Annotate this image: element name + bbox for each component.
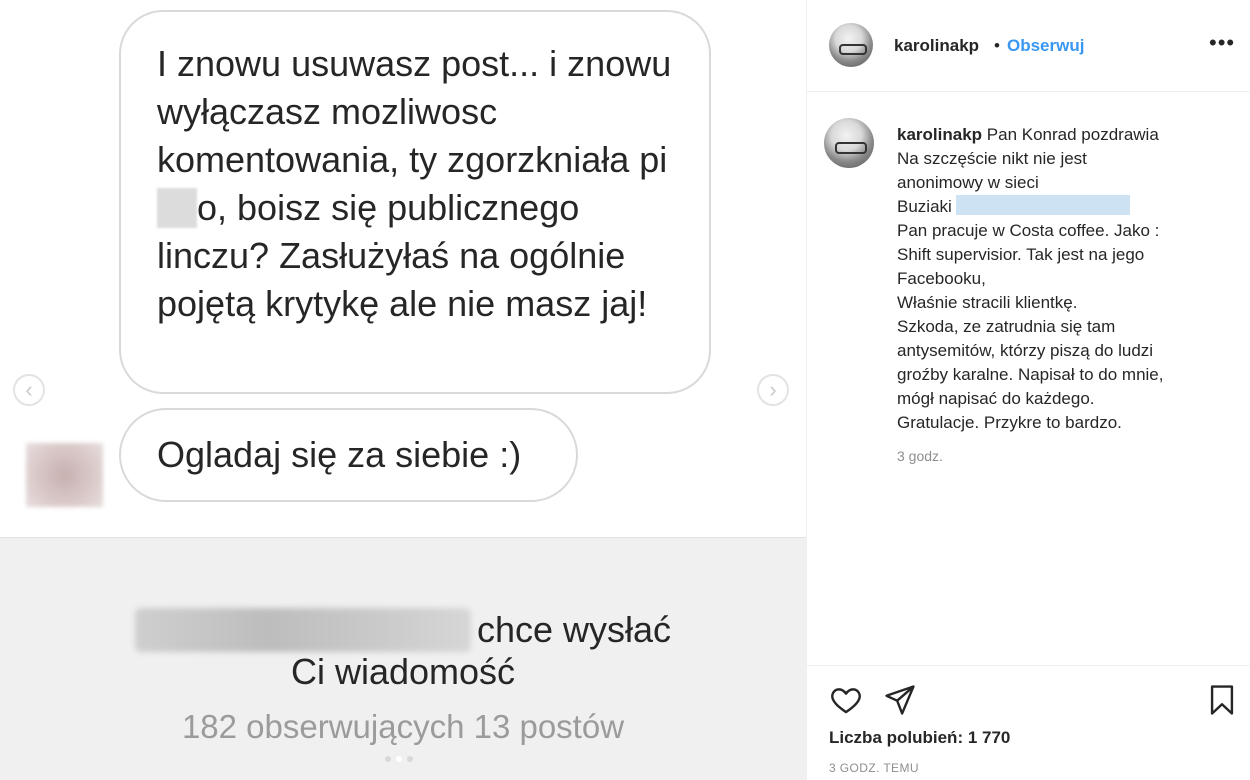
caption-line: Właśnie stracili klientkę. — [897, 293, 1078, 312]
caption-line: Gratulacje. Przykre to bardzo. — [897, 413, 1122, 432]
heart-icon[interactable] — [829, 683, 863, 717]
message-1-text: I znowu usuwasz post... i znowu wyłączas… — [157, 43, 672, 180]
carousel-indicator — [385, 756, 413, 762]
carousel-next-button[interactable]: › — [757, 374, 789, 406]
sender-avatar — [26, 443, 103, 507]
caption-line: Szkoda, ze zatrudnia się tam — [897, 317, 1116, 336]
message-bubble-1: I znowu usuwasz post... i znowu wyłączas… — [119, 10, 711, 394]
blurred-username — [134, 608, 471, 652]
carousel-dot-active — [396, 756, 402, 762]
caption-line: groźby karalne. Napisał to do mnie, — [897, 365, 1164, 384]
caption-line: anonimowy w sieci — [897, 173, 1039, 192]
post-age: 3 GODZ. TEMU — [829, 761, 919, 775]
caption-username[interactable]: karolinakp — [897, 125, 982, 144]
share-icon[interactable] — [883, 683, 917, 717]
carousel-prev-button[interactable]: ‹ — [13, 374, 45, 406]
header-username[interactable]: karolinakp — [894, 36, 979, 56]
post-header: karolinakp • Obserwuj ••• — [807, 0, 1250, 92]
likes-count[interactable]: Liczba polubień: 1 770 — [829, 728, 1010, 748]
request-stats: 182 obserwujących 13 postów — [181, 708, 625, 745]
post-image: I znowu usuwasz post... i znowu wyłączas… — [0, 0, 806, 780]
request-text-1: chce wysłać — [476, 609, 672, 650]
user-avatar[interactable] — [829, 23, 873, 67]
message-2-text: Ogladaj się za siebie :) — [157, 434, 522, 475]
message-1-text-end: o, boisz się publicznego linczu? Zasłuży… — [157, 187, 648, 324]
caption-line-text: Pan Konrad pozdrawia — [986, 125, 1159, 144]
caption-line: karolinakp Pan Konrad pozdrawia — [897, 123, 1227, 147]
chevron-right-icon: › — [769, 377, 777, 402]
follow-button[interactable]: Obserwuj — [1007, 36, 1084, 56]
caption-line: antysemitów, którzy piszą do ludzi — [897, 341, 1154, 360]
header-separator: • — [994, 36, 1000, 55]
chevron-left-icon: ‹ — [25, 377, 33, 402]
message-request-panel: chce wysłać Ci wiadomość 182 obserwujący… — [0, 537, 806, 780]
caption-line: Pan pracuje w Costa coffee. Jako : — [897, 221, 1160, 240]
more-options-icon[interactable]: ••• — [1209, 32, 1235, 54]
request-line-1: chce wysłać — [0, 608, 806, 652]
carousel-dot — [407, 756, 413, 762]
bookmark-icon[interactable] — [1205, 683, 1239, 717]
carousel-dot — [385, 756, 391, 762]
caption-line: Shift supervisior. Tak jest na jego — [897, 245, 1145, 264]
caption-line: Buziaki — [897, 195, 1227, 219]
caption-line: Na szczęście nikt nie jest — [897, 149, 1087, 168]
caption-line: mógł napisać do każdego. — [897, 389, 1095, 408]
request-line-2: Ci wiadomość — [290, 651, 516, 692]
post-caption: karolinakp Pan Konrad pozdrawia Na szczę… — [807, 92, 1250, 665]
message-bubble-2: Ogladaj się za siebie :) — [119, 408, 578, 502]
caption-time: 3 godz. — [897, 448, 943, 464]
caption-text: karolinakp Pan Konrad pozdrawia Na szczę… — [897, 123, 1227, 435]
caption-avatar[interactable] — [824, 118, 874, 168]
censored-word — [157, 188, 197, 228]
post-sidebar: karolinakp • Obserwuj ••• karolinakp Pan… — [806, 0, 1250, 780]
blurred-mention — [955, 195, 1130, 215]
caption-line: Facebooku, — [897, 269, 986, 288]
caption-line-text: Buziaki — [897, 197, 952, 216]
post-actions: Liczba polubień: 1 770 3 GODZ. TEMU — [807, 665, 1250, 780]
